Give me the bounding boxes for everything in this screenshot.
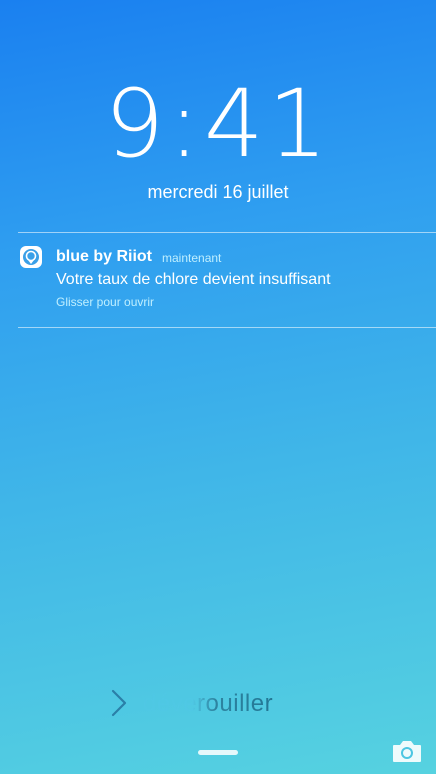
notification-divider-top (18, 232, 436, 233)
notification-divider-bottom (18, 327, 436, 328)
clock-time: 9:41 (104, 70, 332, 179)
notification-time: maintenant (162, 251, 222, 265)
notification-app-name[interactable]: blue by Riiot (56, 248, 152, 266)
home-indicator[interactable] (198, 750, 238, 755)
unlock-slider-label[interactable]: déverouiller (143, 690, 273, 718)
chevron-right-icon (111, 689, 127, 717)
camera-icon[interactable] (391, 738, 423, 764)
notification-hint: Glisser pour ouvrir (56, 295, 155, 309)
blue-riiot-app-icon[interactable] (20, 246, 42, 268)
notification-message[interactable]: Votre taux de chlore devient insuffisant (56, 271, 331, 289)
lock-date: mercredi 16 juillet (147, 182, 289, 202)
